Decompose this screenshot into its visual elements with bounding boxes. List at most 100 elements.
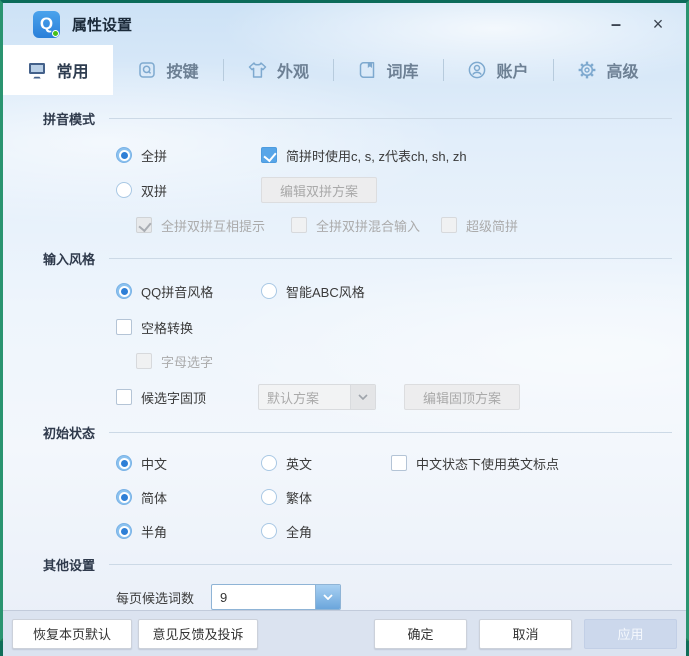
tab-label: 常用 bbox=[56, 58, 88, 82]
pin-scheme-dropdown[interactable]: 默认方案 bbox=[258, 384, 376, 410]
monitor-icon bbox=[27, 60, 47, 80]
tab-keys[interactable]: 按键 bbox=[113, 45, 223, 95]
radio-qq-style[interactable]: QQ拼音风格 bbox=[116, 282, 261, 301]
radio-english[interactable]: 英文 bbox=[261, 454, 391, 473]
section-divider bbox=[109, 118, 672, 119]
general-settings-panel: 拼音模式 全拼 简拼时使用c, s, z代表ch, sh, zh 双拼 编辑双拼… bbox=[3, 95, 686, 610]
checkbox-jianpin-csz-control[interactable] bbox=[261, 147, 277, 163]
radio-full-width-control[interactable] bbox=[261, 523, 277, 539]
radio-chinese[interactable]: 中文 bbox=[116, 454, 261, 473]
radio-full-width-label: 全角 bbox=[286, 522, 312, 541]
section-other: 其他设置 bbox=[3, 555, 686, 574]
candidates-per-page-label: 每页候选词数 bbox=[116, 588, 211, 607]
account-icon bbox=[467, 60, 487, 80]
properties-dialog: Q 属性设置 – × 常用 bbox=[0, 0, 689, 641]
chevron-down-icon[interactable] bbox=[315, 585, 340, 609]
radio-shuangpin-control[interactable] bbox=[116, 182, 132, 198]
radio-simplified[interactable]: 简体 bbox=[116, 488, 261, 507]
checkbox-mixed-input: 全拼双拼混合输入 bbox=[291, 216, 441, 235]
section-input-style: 输入风格 bbox=[3, 249, 686, 268]
cancel-button[interactable]: 取消 bbox=[479, 619, 572, 649]
tab-advanced[interactable]: 高级 bbox=[553, 45, 663, 95]
checkbox-english-punct-control[interactable] bbox=[391, 455, 407, 471]
section-pinyin-mode: 拼音模式 bbox=[3, 109, 686, 128]
tab-label: 按键 bbox=[166, 58, 198, 82]
radio-half-width[interactable]: 半角 bbox=[116, 522, 261, 541]
candidates-per-page-value: 9 bbox=[212, 585, 315, 609]
tab-label: 高级 bbox=[606, 58, 638, 82]
radio-chinese-label: 中文 bbox=[141, 454, 167, 473]
dialog-footer: 恢复本页默认 意见反馈及投诉 确定 取消 应用 bbox=[3, 610, 686, 656]
tab-dictionary[interactable]: 词库 bbox=[333, 45, 443, 95]
section-divider bbox=[109, 564, 672, 565]
checkbox-letter-select-label: 字母选字 bbox=[161, 352, 213, 371]
minimize-button[interactable]: – bbox=[602, 11, 630, 37]
radio-simplified-label: 简体 bbox=[141, 488, 167, 507]
keypress-icon bbox=[137, 60, 157, 80]
radio-traditional-label: 繁体 bbox=[286, 488, 312, 507]
tab-account[interactable]: 账户 bbox=[443, 45, 553, 95]
checkbox-super-jianpin: 超级简拼 bbox=[441, 216, 518, 235]
checkbox-mixed-input-label: 全拼双拼混合输入 bbox=[316, 216, 420, 235]
feedback-button[interactable]: 意见反馈及投诉 bbox=[138, 619, 258, 649]
settings-tabbar: 常用 按键 外观 bbox=[3, 45, 686, 95]
radio-shuangpin[interactable]: 双拼 bbox=[116, 181, 261, 200]
section-divider bbox=[109, 258, 672, 259]
section-title: 初始状态 bbox=[43, 423, 95, 442]
checkbox-letter-select-control bbox=[136, 353, 152, 369]
checkbox-english-punct-label: 中文状态下使用英文标点 bbox=[416, 454, 559, 473]
tab-general[interactable]: 常用 bbox=[3, 45, 113, 95]
section-title: 输入风格 bbox=[43, 249, 95, 268]
radio-shuangpin-label: 双拼 bbox=[141, 181, 167, 200]
pin-scheme-value: 默认方案 bbox=[259, 385, 350, 409]
tab-appearance[interactable]: 外观 bbox=[223, 45, 333, 95]
checkbox-super-jianpin-control bbox=[441, 217, 457, 233]
radio-chinese-control[interactable] bbox=[116, 455, 132, 471]
checkbox-space-convert-label: 空格转换 bbox=[141, 318, 193, 337]
radio-abc-style-label: 智能ABC风格 bbox=[286, 282, 365, 301]
checkbox-jianpin-csz-label: 简拼时使用c, s, z代表ch, sh, zh bbox=[286, 146, 467, 165]
checkbox-space-convert-control[interactable] bbox=[116, 319, 132, 335]
radio-abc-style[interactable]: 智能ABC风格 bbox=[261, 282, 365, 301]
close-button[interactable]: × bbox=[644, 11, 672, 37]
checkbox-mutual-hint-control bbox=[136, 217, 152, 233]
tshirt-icon bbox=[247, 60, 268, 80]
ok-button[interactable]: 确定 bbox=[374, 619, 467, 649]
edit-pin-scheme-button[interactable]: 编辑固顶方案 bbox=[404, 384, 520, 410]
apply-button[interactable]: 应用 bbox=[584, 619, 677, 649]
checkbox-candidate-pin-control[interactable] bbox=[116, 389, 132, 405]
checkbox-candidate-pin[interactable]: 候选字固顶 bbox=[116, 388, 258, 407]
app-logo-letter: Q bbox=[40, 14, 53, 34]
section-title: 拼音模式 bbox=[43, 109, 95, 128]
dictionary-icon bbox=[357, 60, 377, 80]
checkbox-mixed-input-control bbox=[291, 217, 307, 233]
section-divider bbox=[109, 432, 672, 433]
radio-qq-style-label: QQ拼音风格 bbox=[141, 282, 213, 301]
checkbox-candidate-pin-label: 候选字固顶 bbox=[141, 388, 206, 407]
radio-traditional-control[interactable] bbox=[261, 489, 277, 505]
tab-label: 词库 bbox=[386, 58, 418, 82]
radio-quanpin-control[interactable] bbox=[116, 147, 132, 163]
restore-defaults-button[interactable]: 恢复本页默认 bbox=[12, 619, 132, 649]
checkbox-super-jianpin-label: 超级简拼 bbox=[466, 216, 518, 235]
radio-quanpin[interactable]: 全拼 bbox=[116, 146, 261, 165]
radio-english-control[interactable] bbox=[261, 455, 277, 471]
candidates-per-page-dropdown[interactable]: 9 bbox=[211, 584, 341, 610]
radio-abc-style-control[interactable] bbox=[261, 283, 277, 299]
radio-qq-style-control[interactable] bbox=[116, 283, 132, 299]
radio-traditional[interactable]: 繁体 bbox=[261, 488, 312, 507]
window-controls: – × bbox=[602, 11, 672, 37]
edit-shuangpin-button[interactable]: 编辑双拼方案 bbox=[261, 177, 377, 203]
section-initial-state: 初始状态 bbox=[3, 423, 686, 442]
radio-simplified-control[interactable] bbox=[116, 489, 132, 505]
title-bar: Q 属性设置 – × bbox=[3, 3, 686, 45]
checkbox-english-punct[interactable]: 中文状态下使用英文标点 bbox=[391, 454, 559, 473]
checkbox-space-convert[interactable]: 空格转换 bbox=[116, 318, 193, 337]
window-title: 属性设置 bbox=[72, 14, 132, 35]
checkbox-jianpin-csz[interactable]: 简拼时使用c, s, z代表ch, sh, zh bbox=[261, 146, 467, 165]
checkbox-letter-select: 字母选字 bbox=[136, 352, 213, 371]
radio-half-width-control[interactable] bbox=[116, 523, 132, 539]
chevron-down-icon[interactable] bbox=[350, 385, 375, 409]
gear-icon bbox=[577, 60, 597, 80]
radio-full-width[interactable]: 全角 bbox=[261, 522, 312, 541]
